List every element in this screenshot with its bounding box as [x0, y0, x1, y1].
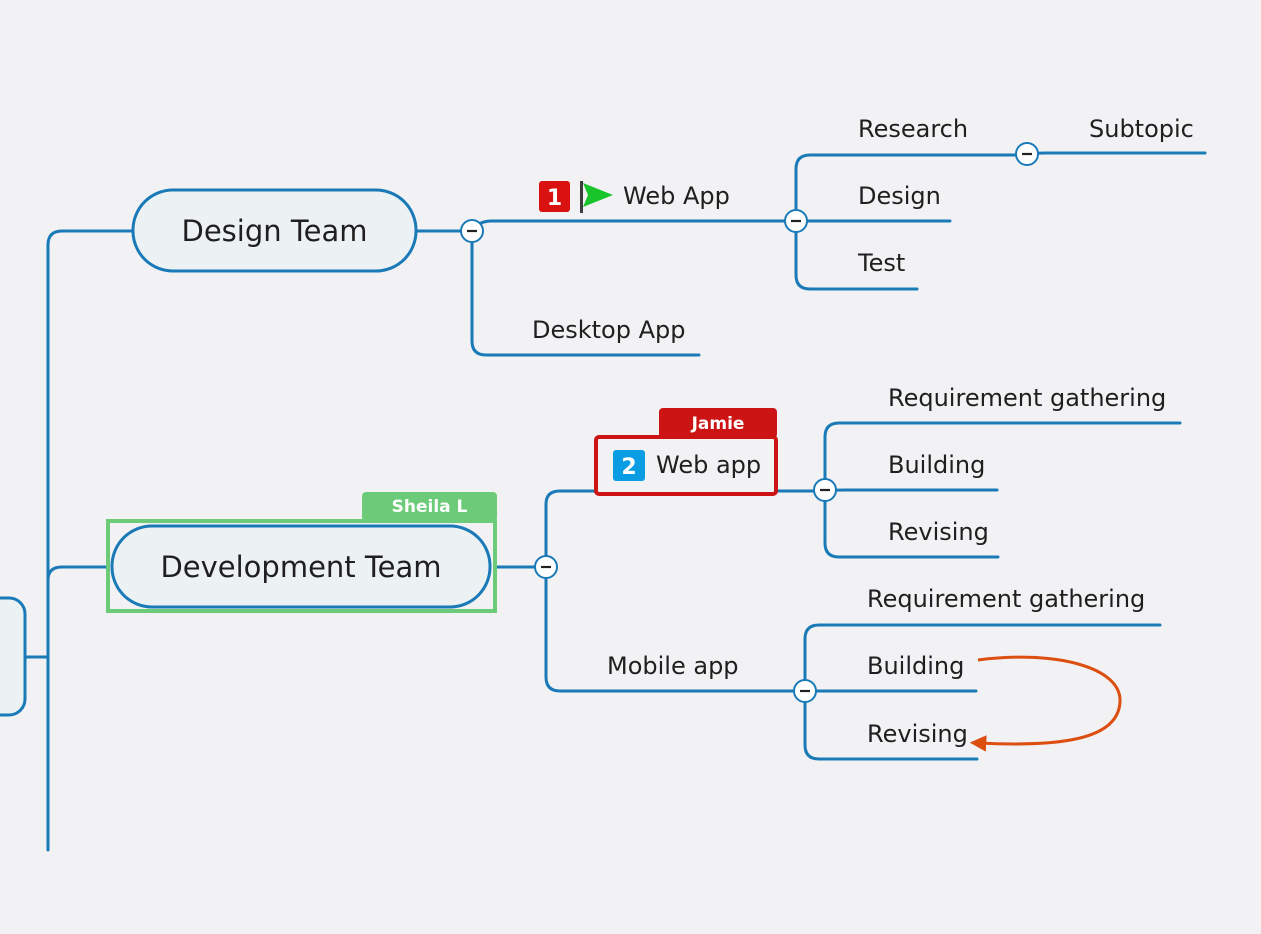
research-label[interactable]: Research	[858, 115, 968, 143]
web-app-design-topic[interactable]: 1 Web App	[539, 181, 730, 213]
relationship-arrow[interactable]	[969, 655, 1122, 752]
web-app-design-label: Web App	[623, 182, 730, 210]
design-team-topic[interactable]: Design Team	[131, 188, 418, 273]
design-team-label: Design Team	[182, 214, 368, 248]
jamie-collab-label: Jamie	[691, 414, 745, 434]
mobile-revising-label[interactable]: Revising	[867, 720, 968, 748]
dev-web-revising-label[interactable]: Revising	[888, 518, 989, 546]
mobile-app-collapse-icon[interactable]	[793, 679, 817, 703]
development-team-label: Development Team	[160, 550, 441, 584]
mind-map-canvas: Design Team Sheila L Development Team 1 …	[0, 115, 1207, 852]
research-collapse-icon[interactable]	[1015, 142, 1039, 166]
test-label[interactable]: Test	[857, 249, 905, 277]
web-app-dev-collapse-icon[interactable]	[813, 478, 837, 502]
desktop-app-label[interactable]: Desktop App	[532, 316, 686, 344]
subtopic-branch-line	[1025, 151, 1207, 157]
web-app-dev-branch-line	[544, 489, 598, 569]
dev-web-building-label[interactable]: Building	[888, 451, 985, 479]
web-app-branch-line	[470, 219, 798, 233]
mobile-requirement-label[interactable]: Requirement gathering	[867, 585, 1145, 613]
web-app-collapse-icon[interactable]	[784, 209, 808, 233]
dev-web-requirement-label[interactable]: Requirement gathering	[888, 384, 1166, 412]
dev-web-building-branch-line	[823, 488, 999, 493]
design-label[interactable]: Design	[858, 182, 941, 210]
mobile-app-label[interactable]: Mobile app	[607, 652, 739, 680]
dev-web-req-branch-line	[823, 421, 1182, 493]
priority-2-label: 2	[621, 455, 636, 480]
development-team-branch-line	[46, 565, 110, 582]
sheila-collab-label: Sheila L	[392, 497, 468, 517]
development-team-collapse-icon[interactable]	[534, 555, 558, 579]
mobile-building-label[interactable]: Building	[867, 652, 964, 680]
subtopic-label[interactable]: Subtopic	[1089, 115, 1194, 143]
central-topic-node[interactable]	[0, 596, 27, 717]
web-app-dev-label: Web app	[656, 451, 761, 479]
web-app-dev-topic[interactable]: 2 Web app	[594, 435, 778, 496]
priority-1-label: 1	[547, 186, 562, 211]
design-team-collapse-icon[interactable]	[460, 219, 484, 243]
green-flag-icon	[580, 181, 613, 213]
development-team-topic[interactable]: Development Team	[110, 524, 492, 609]
